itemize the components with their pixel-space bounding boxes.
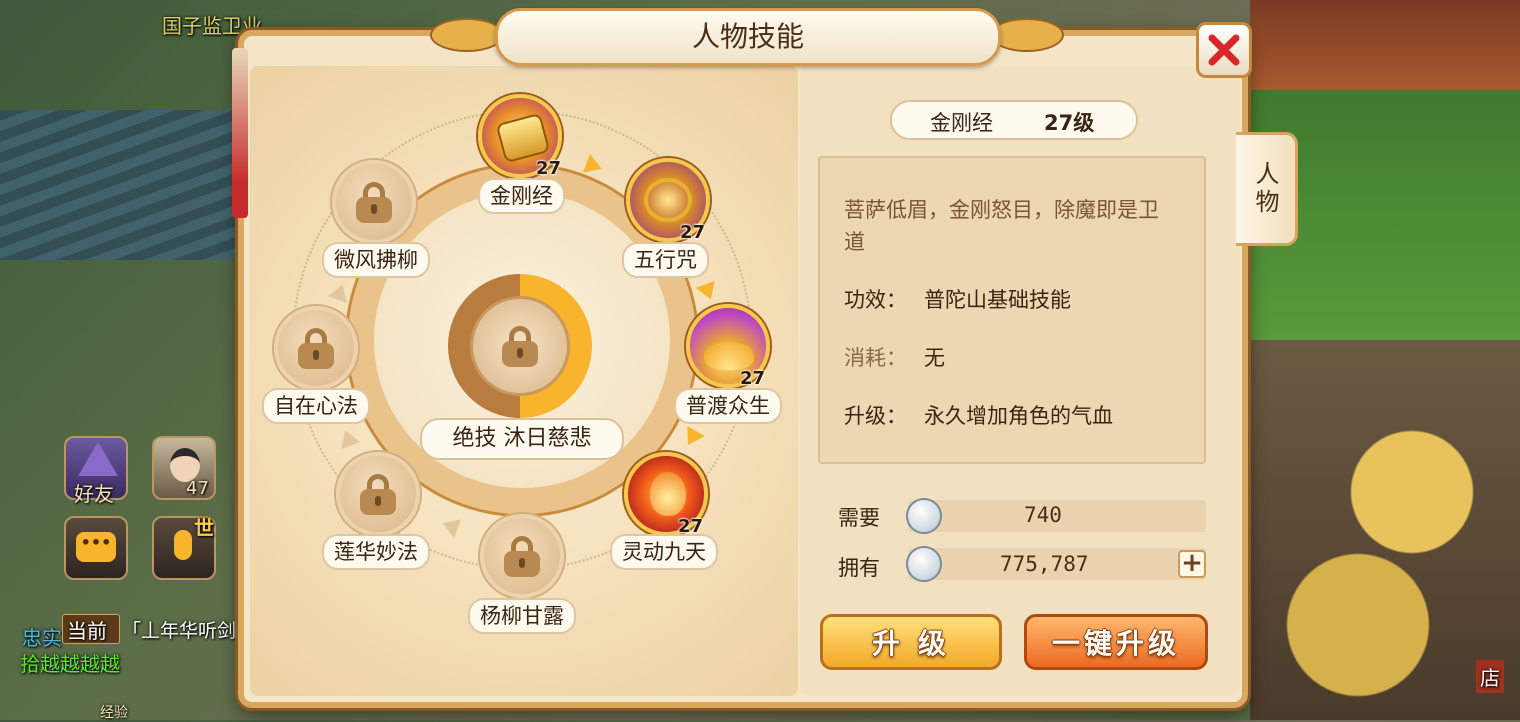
lock-icon xyxy=(298,328,334,369)
exp-label: 经验 xyxy=(100,705,128,721)
lock-icon xyxy=(356,182,392,223)
microphone-icon xyxy=(174,530,192,560)
ultimate-skill-label: 绝技 沐日慈悲 xyxy=(420,418,624,460)
witch-hat-icon xyxy=(78,442,118,476)
chat-line-2: 拾越越越越 xyxy=(20,652,120,676)
player-level: 47 xyxy=(186,478,209,499)
lock-icon xyxy=(360,474,396,515)
skill-name: 金刚经 xyxy=(930,111,993,135)
skill-level-wuxingzhou: 27 xyxy=(680,222,706,243)
skill-label-weifengfuliu: 微风拂柳 xyxy=(322,242,430,278)
upgrade-button[interactable]: 升 级 xyxy=(820,614,1002,670)
close-button[interactable] xyxy=(1196,22,1252,78)
upgrade-label: 升级： xyxy=(844,404,907,428)
friends-button[interactable]: 好友 xyxy=(64,436,128,506)
character-face-icon xyxy=(170,448,200,482)
silver-coin-icon xyxy=(906,546,942,582)
skill-label-jingangjing: 金刚经 xyxy=(478,178,565,214)
voice-button[interactable]: 世 xyxy=(152,516,216,580)
golden-scroll-icon xyxy=(495,112,551,164)
lock-icon xyxy=(502,326,538,367)
chat-line-3: 「丄年华听剑 xyxy=(122,620,237,642)
skill-label-lingdongjiutian: 灵动九天 xyxy=(610,534,718,570)
five-elements-disc-icon xyxy=(644,178,692,222)
lock-icon xyxy=(504,536,540,577)
skill-node-zizaixinfa[interactable] xyxy=(274,306,358,390)
skill-description: 菩萨低眉，金刚怒目，除魔即是卫道 xyxy=(844,198,1159,254)
effect-value: 普陀山基础技能 xyxy=(924,288,1071,312)
required-value: 740 xyxy=(1024,503,1062,527)
effect-label: 功效： xyxy=(844,288,907,312)
skill-node-lianhuamiaofa[interactable] xyxy=(336,452,420,536)
channel-tag: 当前 xyxy=(62,614,120,644)
cost-label: 消耗： xyxy=(844,346,907,370)
add-currency-button[interactable]: + xyxy=(1178,550,1206,578)
friends-label: 好友 xyxy=(74,482,114,506)
upgrade-all-button[interactable]: 一键升级 xyxy=(1024,614,1208,670)
chat-line-1: 忠实 xyxy=(22,626,62,650)
title-ornament-left xyxy=(430,18,504,52)
required-label: 需要 xyxy=(838,506,880,530)
close-icon xyxy=(1208,34,1240,66)
window-ribbon-left xyxy=(232,48,248,218)
tab-character[interactable]: 人物 xyxy=(1236,132,1298,246)
ultimate-skill-button[interactable] xyxy=(470,296,570,396)
shop-sign: 店 xyxy=(1476,660,1504,693)
chat-button[interactable]: ••• xyxy=(64,516,128,580)
fire-spirit-icon xyxy=(650,472,686,516)
skill-name-badge: 金刚经 27级 xyxy=(890,100,1138,140)
owned-label: 拥有 xyxy=(838,556,880,580)
skill-level: 27级 xyxy=(1044,111,1095,135)
cost-value: 无 xyxy=(924,346,945,370)
silver-coin-icon xyxy=(906,498,942,534)
skill-node-yangliuganlu[interactable] xyxy=(480,514,564,598)
channel-label: 当前 xyxy=(67,619,107,643)
skill-label-yangliuganlu: 杨柳甘露 xyxy=(468,598,576,634)
skill-label-puduzhongsheng: 普渡众生 xyxy=(674,388,782,424)
world-badge: 世 xyxy=(194,516,214,540)
skill-node-weifengfuliu[interactable] xyxy=(332,160,416,244)
title-ornament-right xyxy=(990,18,1064,52)
owned-value: 775,787 xyxy=(1000,552,1089,576)
upgrade-value: 永久增加角色的气血 xyxy=(924,404,1113,428)
skill-level-jingangjing: 27 xyxy=(536,158,562,179)
window-title: 人物技能 xyxy=(495,8,1001,66)
skill-label-zizaixinfa: 自在心法 xyxy=(262,388,370,424)
palace-right xyxy=(1250,0,1520,90)
player-avatar[interactable]: 47 xyxy=(152,436,216,500)
lotus-icon xyxy=(704,342,754,370)
skill-label-wuxingzhou: 五行咒 xyxy=(622,242,709,278)
skill-label-lianhuamiaofa: 莲华妙法 xyxy=(322,534,430,570)
roof-tiles-left xyxy=(0,110,240,260)
skill-level-puduzhongsheng: 27 xyxy=(740,368,766,389)
chat-bubble-icon: ••• xyxy=(76,532,116,562)
